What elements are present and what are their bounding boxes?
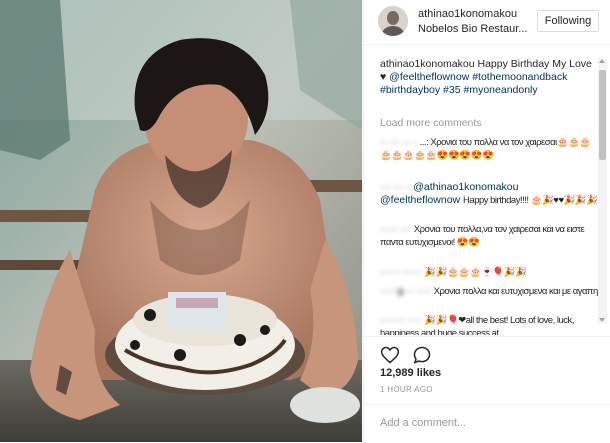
scrollbar-thumb[interactable] xyxy=(599,70,606,160)
avatar-image xyxy=(378,6,408,36)
caption-tag[interactable]: #tothemoonandback xyxy=(472,71,567,83)
comment-mention[interactable]: @feeltheflownow xyxy=(380,194,460,206)
comment-text: 🎉🎉🎂🎂🎂🍷🎈🎉🎉 xyxy=(424,267,527,278)
heart-icon[interactable] xyxy=(380,345,400,365)
comment-username[interactable]: ······ ····· xyxy=(380,266,421,278)
post-username[interactable]: athinao1konomakou xyxy=(418,8,517,20)
list-item: ·····g··· ···· Χρονια πολλα και ευτυχισμ… xyxy=(380,285,600,298)
list-item: ······ ····· 🎉🎉🎂🎂🎂🍷🎈🎉🎉 xyxy=(380,266,600,279)
speech-bubble-icon[interactable] xyxy=(412,345,432,365)
post-actions xyxy=(364,336,610,367)
post-timestamp[interactable]: 1 HOUR AGO xyxy=(380,385,433,394)
caption-tag[interactable]: #35 xyxy=(443,84,461,96)
caption-username[interactable]: athinao1konomakou xyxy=(380,58,475,70)
comment-username[interactable]: ······· ···· xyxy=(380,314,421,326)
birthday-cake-photo xyxy=(0,0,362,442)
caption-tag[interactable]: @feeltheflownow xyxy=(389,71,469,83)
list-item: ······· ···· 🎉🎉🎈❤all the best! Lots of l… xyxy=(380,314,600,335)
comment-username[interactable]: ·· ··· ·· · xyxy=(380,136,417,148)
like-count[interactable]: 12,989 likes xyxy=(380,367,441,379)
post-header: athinao1konomakou Nobelos Bio Restaur...… xyxy=(364,0,610,45)
comments-scrollbar[interactable] xyxy=(598,58,607,324)
list-item: ··· ··· · @athinao1konomakou @feeltheflo… xyxy=(380,181,600,207)
load-more-comments[interactable]: Load more comments xyxy=(380,117,482,129)
caption-tag[interactable]: #birthdayboy xyxy=(380,84,440,96)
comment-text: Χρονια πολλα και ευτυχισμενα και με αγαπ… xyxy=(433,286,599,297)
list-item: ····· ··· Χρονια του πολλα,να τον χαιρεσ… xyxy=(380,223,600,249)
comments-list[interactable]: athinao1konomakou Happy Birthday My Love… xyxy=(364,45,610,335)
add-comment-bar[interactable]: Add a comment... xyxy=(364,404,610,443)
avatar[interactable] xyxy=(378,6,408,36)
scroll-down-icon[interactable] xyxy=(599,318,605,322)
post-caption: athinao1konomakou Happy Birthday My Love… xyxy=(380,58,598,97)
post-photo[interactable] xyxy=(0,0,362,442)
comment-username[interactable]: ··· ··· · xyxy=(380,181,410,193)
post-location[interactable]: Nobelos Bio Restaur... xyxy=(418,23,533,35)
caption-tag[interactable]: #myoneandonly xyxy=(464,84,538,96)
add-comment-input[interactable]: Add a comment... xyxy=(380,417,466,429)
list-item: ·· ··· ·· · ...: Χρονια του πολλα να τον… xyxy=(380,136,600,162)
scroll-up-icon[interactable] xyxy=(599,59,605,63)
post-sidebar: athinao1konomakou Nobelos Bio Restaur...… xyxy=(363,0,610,442)
following-button[interactable]: Following xyxy=(537,10,599,32)
comment-mention[interactable]: @athinao1konomakou xyxy=(413,181,518,193)
comment-username[interactable]: ····· ··· xyxy=(380,223,411,235)
comment-username[interactable]: ·····g··· ···· xyxy=(380,285,431,297)
comment-text: Happy birthday!!!! 🎂🎉♥♥🎉🎉🎉 xyxy=(463,195,598,206)
